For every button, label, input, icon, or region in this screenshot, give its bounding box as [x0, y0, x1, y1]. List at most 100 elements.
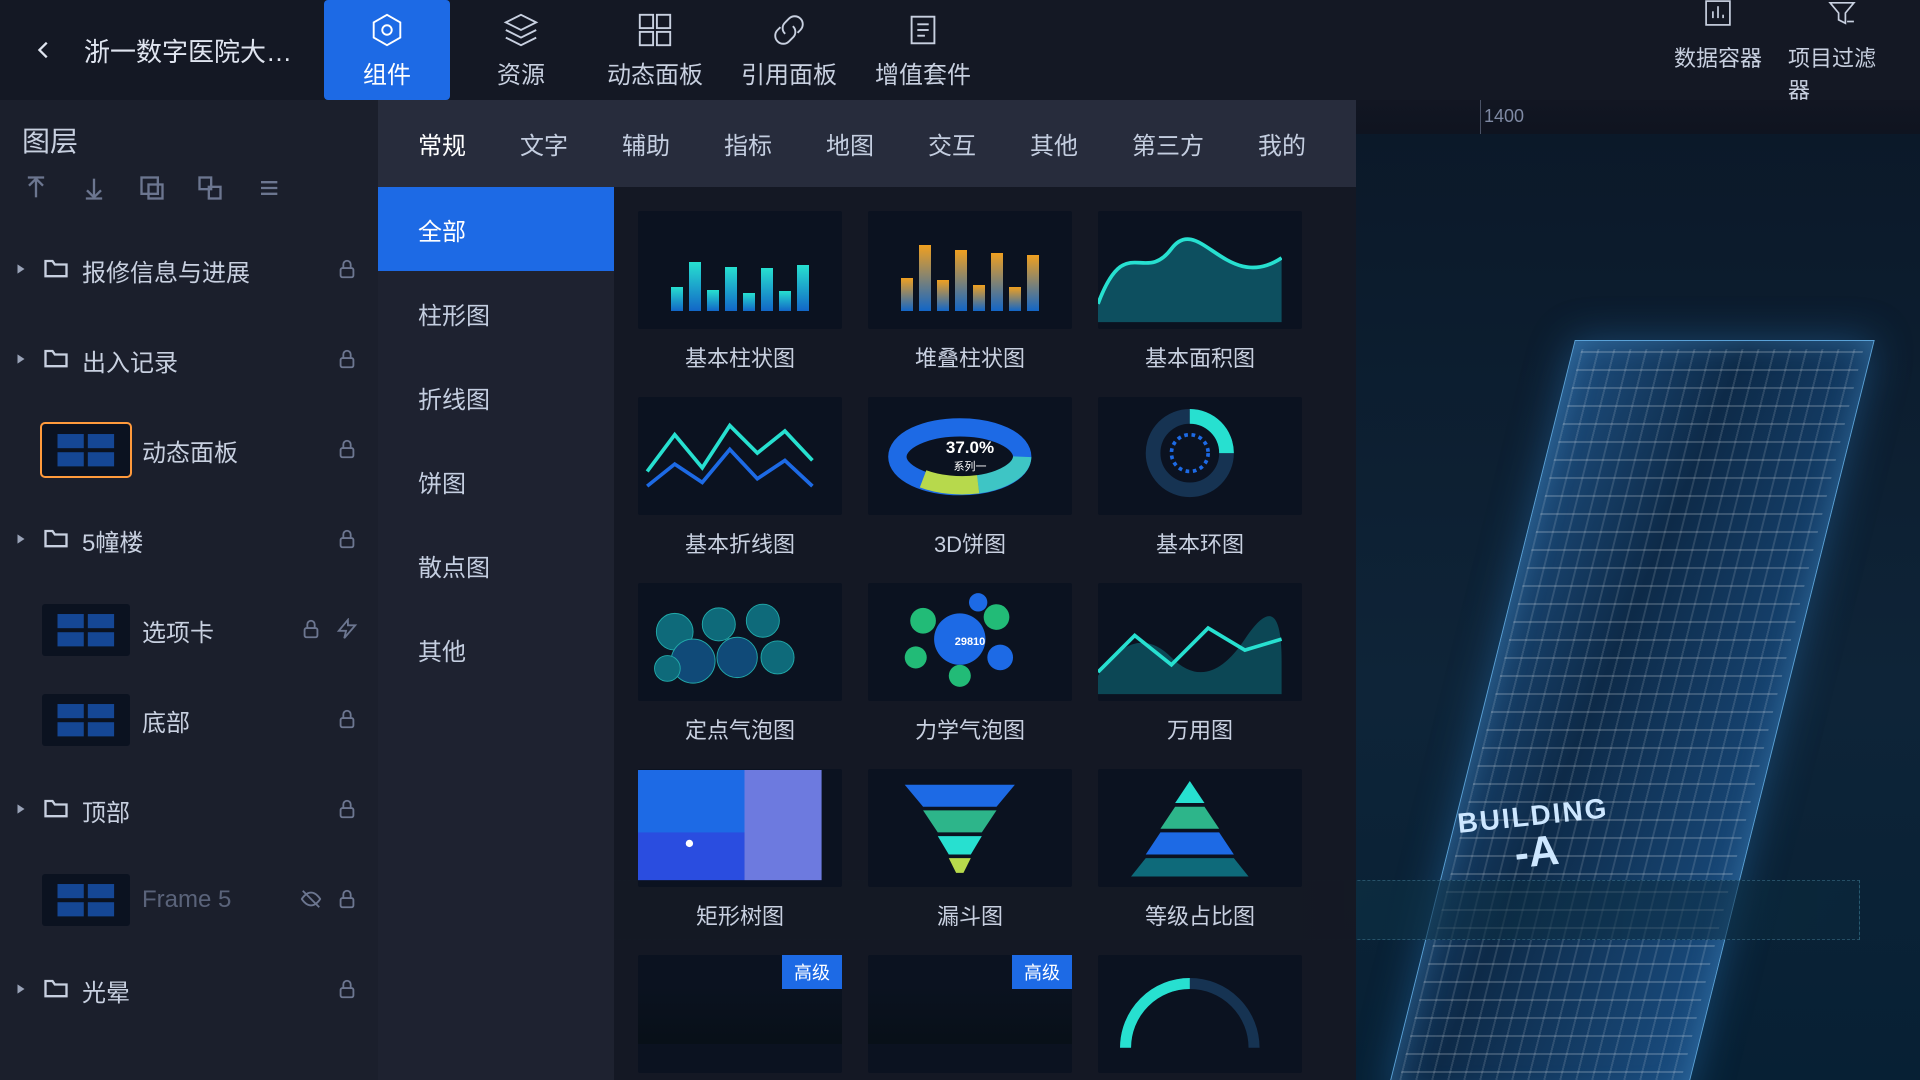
chevron-right-icon — [14, 532, 30, 548]
layer-item[interactable]: Frame 5 — [0, 855, 378, 945]
card-title: 基本环图 — [1098, 527, 1302, 559]
category-item[interactable]: 柱形图 — [378, 271, 614, 355]
component-card[interactable]: 矩形树图 — [638, 769, 842, 931]
gallery-tab[interactable]: 文字 — [520, 120, 568, 167]
bar-chart-icon — [1701, 0, 1735, 35]
layer-item[interactable]: 报修信息与进展 — [0, 225, 378, 315]
topnav-component[interactable]: 组件 — [324, 0, 450, 100]
card-preview: 37.0%系列一 — [868, 397, 1072, 515]
lock-icon[interactable] — [336, 438, 360, 462]
gallery-tab[interactable]: 其他 — [1030, 120, 1078, 167]
gallery-tab[interactable]: 我的 — [1258, 120, 1306, 167]
card-preview — [1098, 955, 1302, 1073]
gallery-tab[interactable]: 指标 — [724, 120, 772, 167]
top-nav: 组件 资源 动态面板 引用面板 增值套件 — [324, 0, 986, 100]
topnav-resource[interactable]: 资源 — [458, 0, 584, 100]
link-icon — [770, 11, 808, 49]
card-preview — [638, 397, 842, 515]
component-card[interactable]: 漏斗图 — [868, 769, 1072, 931]
lock-icon[interactable] — [300, 618, 324, 642]
gallery-tab[interactable]: 地图 — [826, 120, 874, 167]
top-bar: 浙一数字医院大… 组件 资源 动态面板 引用面板 增值套件 数据容器 — [0, 0, 1920, 100]
lock-icon[interactable] — [336, 978, 360, 1002]
layer-thumbnail — [42, 874, 130, 926]
package-icon — [904, 11, 942, 49]
premium-badge: 高级 — [1012, 955, 1072, 989]
card-title: 堆叠柱状图 — [868, 341, 1072, 373]
topnav-premium-kit[interactable]: 增值套件 — [860, 0, 986, 100]
lock-icon[interactable] — [336, 348, 360, 372]
dashboard-icon — [636, 11, 674, 49]
card-preview — [638, 769, 842, 887]
building-label: BUILDING -A — [1456, 792, 1614, 883]
component-card[interactable]: 基本面积图 — [1098, 211, 1302, 373]
layer-name: 选项卡 — [142, 613, 288, 648]
list-icon[interactable] — [254, 174, 282, 207]
topnav-label: 组件 — [363, 55, 411, 90]
bring-to-front-icon[interactable] — [22, 174, 50, 207]
component-card[interactable]: 37.0%系列一 3D饼图 — [868, 397, 1072, 559]
layer-name: 光晕 — [82, 973, 324, 1008]
layer-name: 报修信息与进展 — [82, 253, 324, 288]
component-card[interactable]: 堆叠柱状图 — [868, 211, 1072, 373]
data-container-button[interactable]: 数据容器 — [1664, 0, 1772, 105]
category-column: 全部柱形图折线图饼图散点图其他 — [378, 187, 614, 1080]
ruler-tick: 1400 — [1480, 100, 1520, 134]
component-card[interactable]: 基本折线图 — [638, 397, 842, 559]
lock-icon[interactable] — [336, 708, 360, 732]
component-card[interactable]: 高级 — [638, 955, 842, 1073]
filter-icon — [1825, 0, 1859, 35]
cards-grid: 基本柱状图堆叠柱状图基本面积图基本折线图37.0%系列一 3D饼图基本环图定点气泡… — [614, 187, 1356, 1080]
layer-thumbnail — [42, 694, 130, 746]
component-card[interactable]: 基本环图 — [1098, 397, 1302, 559]
lock-icon[interactable] — [336, 888, 360, 912]
gallery-tab[interactable]: 辅助 — [622, 120, 670, 167]
topnav-dynamic-panel[interactable]: 动态面板 — [592, 0, 718, 100]
layer-item[interactable]: 顶部 — [0, 765, 378, 855]
topnav-reference-panel[interactable]: 引用面板 — [726, 0, 852, 100]
layer-toolbar — [0, 174, 378, 225]
category-item[interactable]: 折线图 — [378, 355, 614, 439]
layer-item[interactable]: 光晕 — [0, 945, 378, 1035]
card-preview — [868, 769, 1072, 887]
bolt-icon[interactable] — [336, 618, 360, 642]
gallery-tab[interactable]: 第三方 — [1132, 120, 1204, 167]
category-item[interactable]: 饼图 — [378, 439, 614, 523]
lock-icon[interactable] — [336, 798, 360, 822]
layer-item[interactable]: 5幢楼 — [0, 495, 378, 585]
layer-item[interactable]: 出入记录 — [0, 315, 378, 405]
hidden-icon[interactable] — [300, 888, 324, 912]
category-item[interactable]: 全部 — [378, 187, 614, 271]
category-item[interactable]: 散点图 — [378, 523, 614, 607]
layer-item[interactable]: 底部 — [0, 675, 378, 765]
component-card[interactable]: 等级占比图 — [1098, 769, 1302, 931]
lock-icon[interactable] — [336, 528, 360, 552]
component-card[interactable]: 29810力学气泡图 — [868, 583, 1072, 745]
component-card[interactable] — [1098, 955, 1302, 1073]
layer-item[interactable]: 选项卡 — [0, 585, 378, 675]
layer-thumbnail — [42, 604, 130, 656]
component-card[interactable]: 定点气泡图 — [638, 583, 842, 745]
gallery-tab[interactable]: 常规 — [418, 120, 466, 167]
back-button[interactable] — [24, 30, 64, 70]
component-card[interactable]: 高级 — [868, 955, 1072, 1073]
ungroup-icon[interactable] — [196, 174, 224, 207]
send-to-back-icon[interactable] — [80, 174, 108, 207]
category-item[interactable]: 其他 — [378, 607, 614, 691]
lock-icon[interactable] — [336, 258, 360, 282]
chevron-right-icon — [14, 982, 30, 998]
group-icon[interactable] — [138, 174, 166, 207]
layers-icon — [502, 11, 540, 49]
card-preview — [1098, 769, 1302, 887]
card-title: 矩形树图 — [638, 899, 842, 931]
component-card[interactable]: 基本柱状图 — [638, 211, 842, 373]
topnav-label: 动态面板 — [607, 55, 703, 90]
layer-item[interactable]: 动态面板 — [0, 405, 378, 495]
component-card[interactable]: 万用图 — [1098, 583, 1302, 745]
component-gallery: 常规文字辅助指标地图交互其他第三方我的 全部柱形图折线图饼图散点图其他 基本柱状… — [378, 100, 1356, 1080]
card-preview: 29810 — [868, 583, 1072, 701]
project-title: 浙一数字医院大… — [84, 32, 292, 69]
card-title: 3D饼图 — [868, 527, 1072, 559]
gallery-tab[interactable]: 交互 — [928, 120, 976, 167]
project-filter-button[interactable]: 项目过滤器 — [1788, 0, 1896, 105]
